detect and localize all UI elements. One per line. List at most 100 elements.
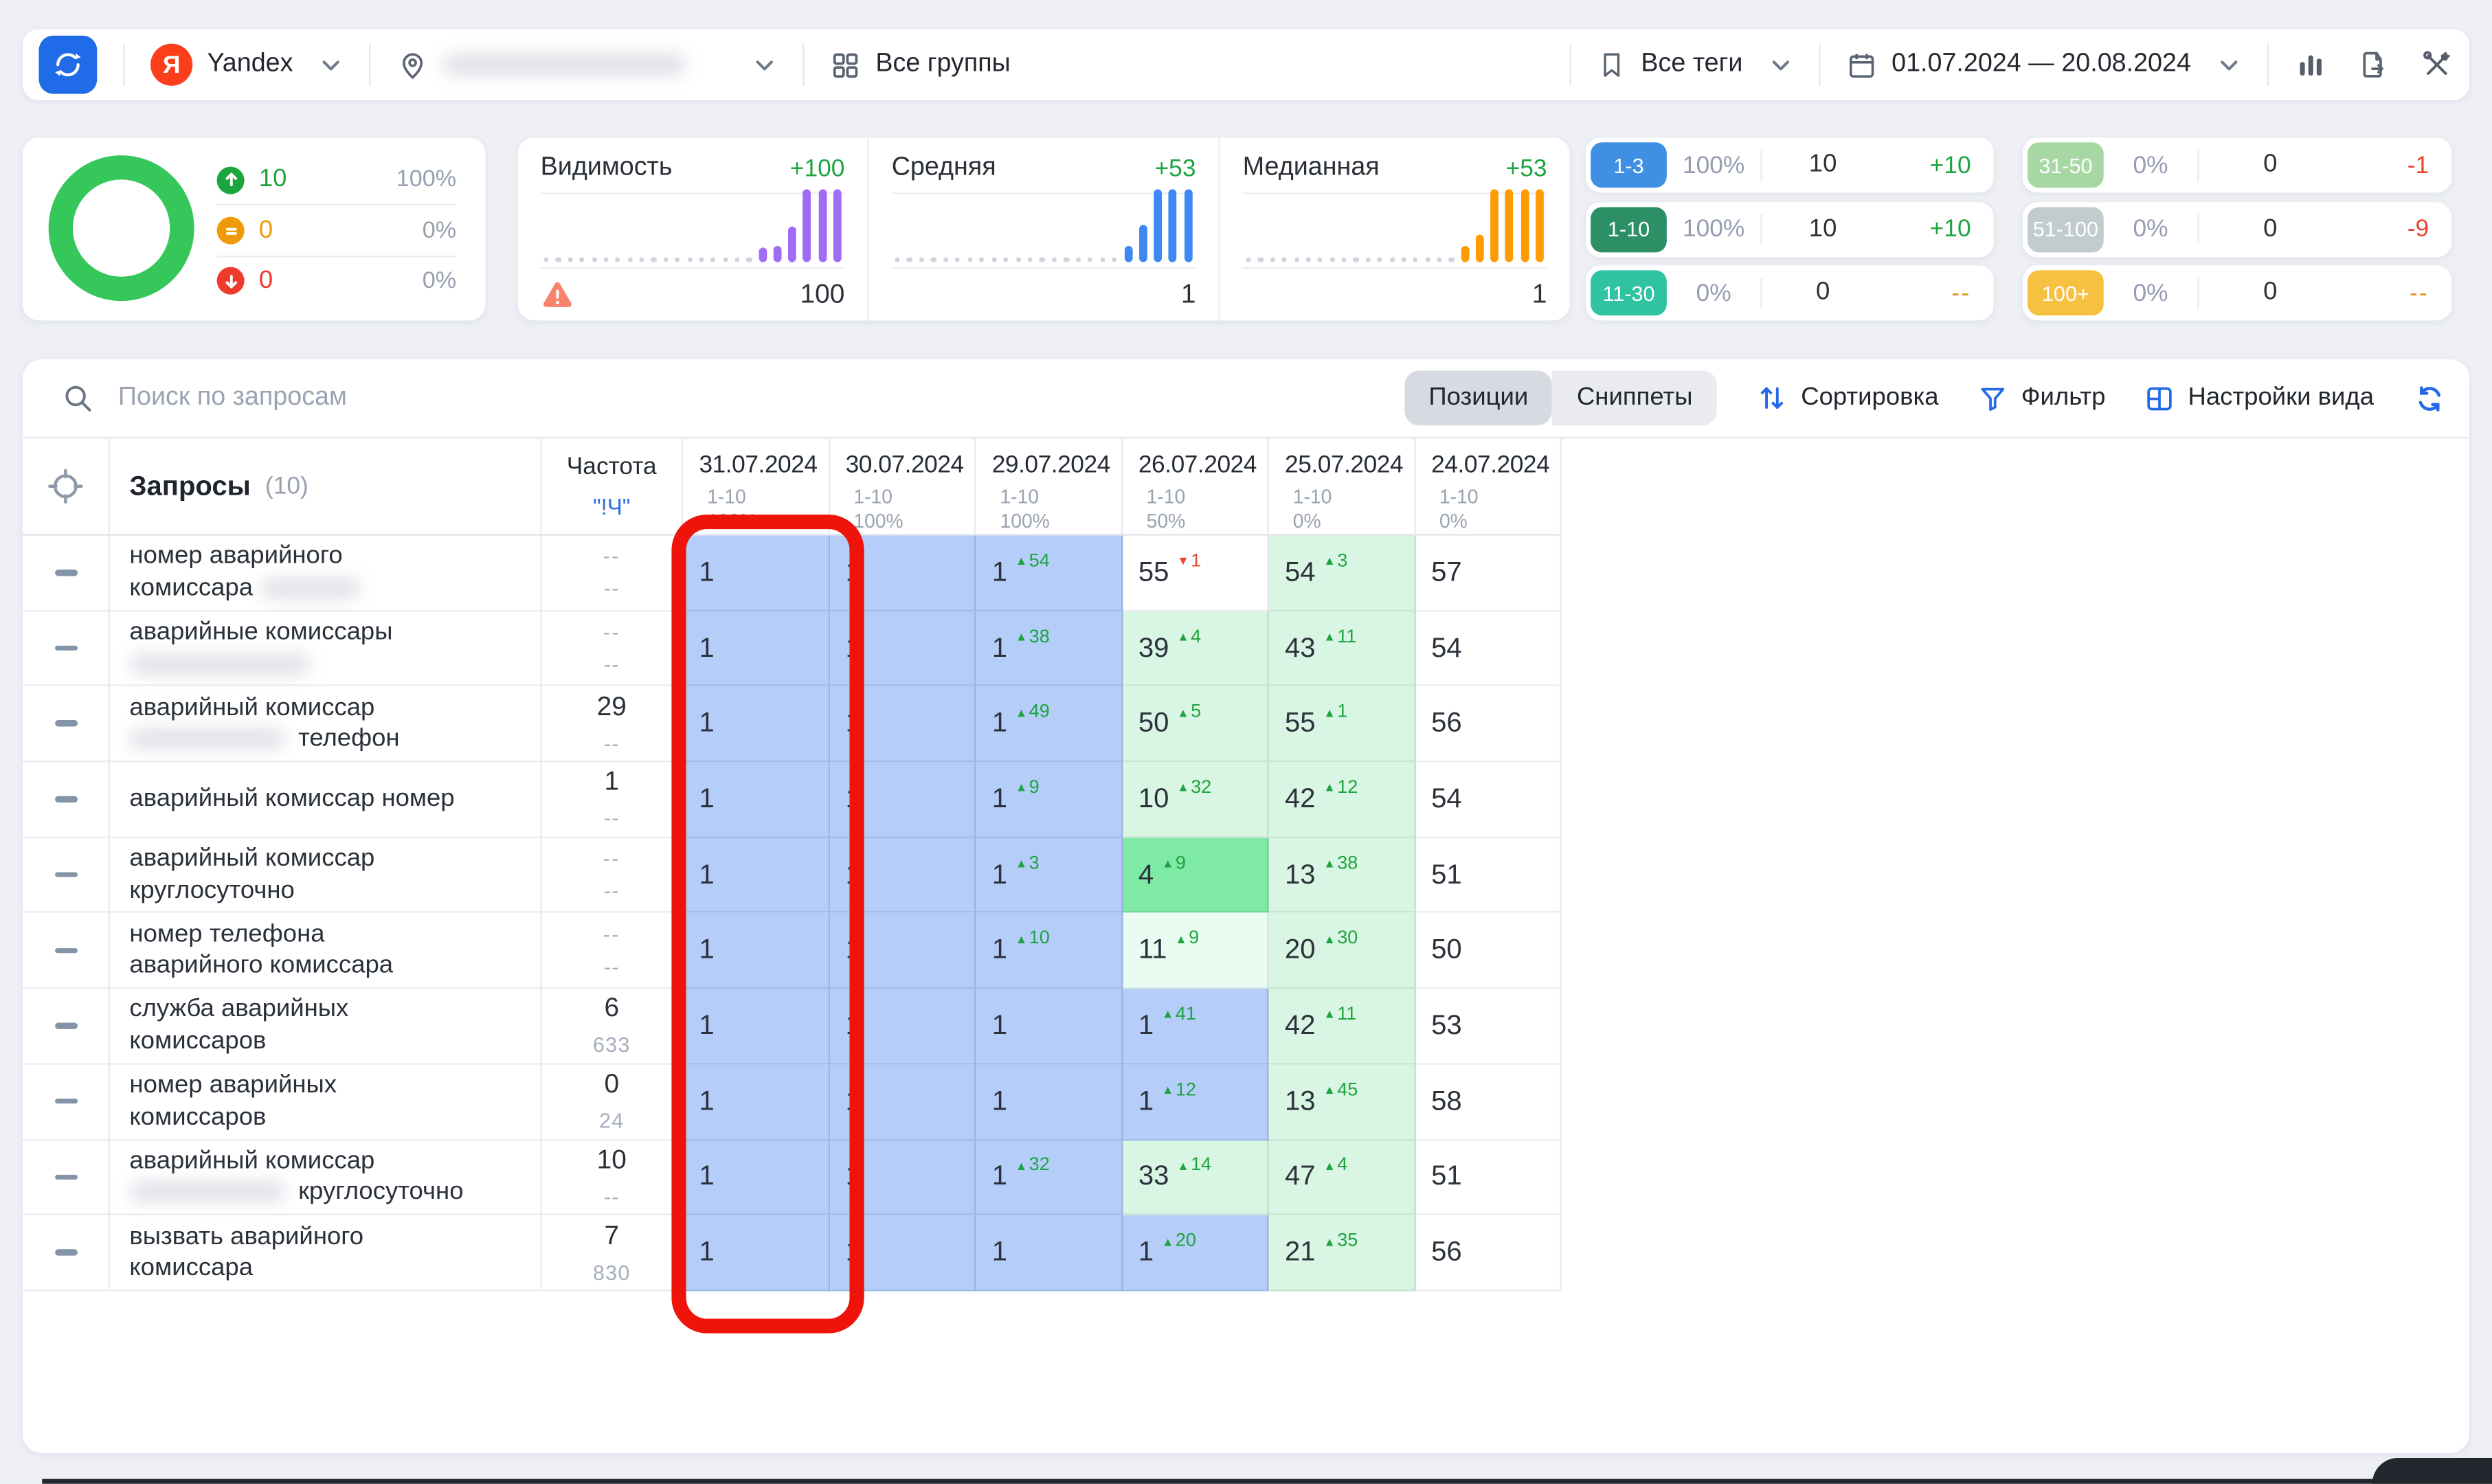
range-percent: 100% [1667, 151, 1761, 179]
query-cell[interactable]: аварийные комиссары [110, 611, 542, 687]
position-value: 1 [992, 1160, 1007, 1193]
metric-card-Видимость[interactable]: Видимость +100 100 [518, 137, 868, 320]
row-drag-handle[interactable] [23, 1064, 110, 1140]
range-card-1-3[interactable]: 1-3 100% 10 +10 [1586, 137, 1994, 192]
position-value: 42 [1285, 783, 1316, 816]
frequency-column-header[interactable]: Частота"!Ч" [542, 438, 683, 535]
date-column-header[interactable]: 26.07.20241-1050% [1122, 438, 1268, 535]
date-range-selector[interactable]: 01.07.2024 — 20.08.2024 [1846, 49, 2241, 80]
date-column-header[interactable]: 31.07.20241-10100% [683, 438, 829, 535]
query-cell[interactable]: служба аварийныхкомиссаров [110, 989, 542, 1064]
tab-snippets[interactable]: Сниппеты [1553, 370, 1717, 425]
row-drag-handle[interactable] [23, 989, 110, 1064]
view-settings-button[interactable]: Настройки вида [2144, 383, 2374, 414]
row-drag-handle[interactable] [23, 913, 110, 989]
date-label: 31.07.2024 [699, 451, 821, 479]
filter-button[interactable]: Фильтр [1977, 383, 2105, 414]
frequency-value: 1 [604, 767, 619, 798]
range-card-51-100[interactable]: 51-100 0% 0 -9 [2023, 201, 2451, 256]
tools-icon[interactable] [2421, 49, 2453, 81]
date-column-header[interactable]: 25.07.20241-100% [1268, 438, 1415, 535]
query-cell[interactable]: аварийный комиссар телефон [110, 686, 542, 762]
position-cell: 50▲5 [1122, 686, 1268, 762]
row-drag-handle[interactable] [23, 1140, 110, 1215]
search-input[interactable] [115, 382, 655, 414]
query-cell[interactable]: вызвать аварийногокомиссара [110, 1215, 542, 1291]
query-cell[interactable]: аварийный комиссар круглосуточно [110, 1140, 542, 1215]
position-cell: 50 [1415, 913, 1562, 989]
query-text: служба аварийных [129, 996, 348, 1024]
region-selector[interactable] [396, 49, 776, 81]
arrow-down-circle-icon [217, 268, 245, 295]
search-box[interactable] [23, 382, 1404, 414]
range-card-1-10[interactable]: 1-10 100% 10 +10 [1586, 201, 1994, 256]
position-value: 39 [1138, 632, 1169, 664]
metric-card-Средняя[interactable]: Средняя +53 1 [867, 137, 1218, 320]
query-text: номер аварийного [129, 543, 342, 570]
row-drag-handle[interactable] [23, 536, 110, 611]
refresh-button[interactable] [39, 36, 98, 94]
groups-selector[interactable]: Все группы [830, 49, 1010, 80]
page-bottom-bar [42, 1479, 2492, 1484]
export-icon[interactable] [2358, 49, 2390, 81]
query-cell[interactable]: номер телефонааварийного комиссара [110, 913, 542, 989]
range-badge: 31-50 [2028, 142, 2104, 188]
metric-sparkline [892, 194, 1196, 269]
query-cell[interactable]: номер аварийныхкомиссаров [110, 1064, 542, 1140]
position-cell: 53 [1415, 989, 1562, 1064]
dash-icon [54, 1023, 77, 1028]
position-delta: ▲54 [1015, 552, 1050, 571]
position-cell: 1 [829, 1215, 976, 1291]
range-card-11-30[interactable]: 11-30 0% 0 -- [1586, 265, 1994, 320]
metric-title: Средняя [892, 154, 996, 183]
position-value: 1 [846, 1086, 861, 1118]
donut-chart [49, 155, 194, 301]
row-drag-handle[interactable] [23, 762, 110, 837]
row-drag-handle[interactable] [23, 1215, 110, 1291]
dash-icon [54, 721, 77, 726]
row-drag-handle[interactable] [23, 686, 110, 762]
up-count: 10 [259, 166, 287, 194]
query-cell[interactable]: номер аварийногокомиссара [110, 536, 542, 611]
metric-sparkline [1243, 194, 1547, 269]
frequency-cell: 29-- [542, 686, 683, 762]
frequency-cell: ---- [542, 837, 683, 913]
row-drag-handle[interactable] [23, 611, 110, 687]
summary-donut-card: 10 100% 0 0% 0 0% [23, 137, 486, 320]
divider [123, 44, 124, 86]
position-cell: 1 [683, 762, 829, 837]
bar-chart-icon[interactable] [2295, 49, 2327, 81]
date-percent-sub: 100% [846, 509, 968, 532]
date-column-header[interactable]: 24.07.20241-100% [1415, 438, 1562, 535]
metric-title: Медианная [1243, 154, 1380, 183]
position-cell: 1 [683, 1140, 829, 1215]
position-delta: ▲35 [1323, 1231, 1358, 1250]
date-column-header[interactable]: 30.07.20241-10100% [829, 438, 976, 535]
tab-positions[interactable]: Позиции [1404, 370, 1553, 425]
position-cell: 13▲38 [1268, 837, 1415, 913]
query-text: аварийного комиссара [129, 952, 393, 980]
position-value: 1 [1138, 1236, 1154, 1268]
range-count: 0 [2199, 278, 2342, 307]
position-cell: 56 [1415, 686, 1562, 762]
date-column-header[interactable]: 29.07.20241-10100% [976, 438, 1122, 535]
chevron-down-icon [752, 53, 776, 77]
metric-card-Медианная[interactable]: Медианная +53 1 [1218, 137, 1569, 320]
tags-selector[interactable]: Все теги [1597, 50, 1793, 79]
position-value: 1 [992, 783, 1007, 816]
search-engine-selector[interactable]: Я Yandex [150, 44, 343, 86]
position-cell: 1 [976, 1215, 1122, 1291]
range-card-31-50[interactable]: 31-50 0% 0 -1 [2023, 137, 2451, 192]
sort-button[interactable]: Сортировка [1755, 382, 1938, 414]
position-delta: ▲10 [1015, 930, 1050, 949]
update-positions-icon[interactable] [2413, 381, 2447, 415]
query-cell[interactable]: аварийный комиссаркруглосуточно [110, 837, 542, 913]
metric-value: 100 [800, 279, 845, 310]
position-delta: ▲30 [1323, 930, 1358, 949]
frequency-value: 10 [597, 1145, 627, 1176]
metric-value: 1 [1532, 279, 1547, 310]
date-percent-sub: 0% [1285, 509, 1407, 532]
row-drag-handle[interactable] [23, 837, 110, 913]
range-card-100+[interactable]: 100+ 0% 0 -- [2023, 265, 2451, 320]
query-cell[interactable]: аварийный комиссар номер [110, 762, 542, 837]
